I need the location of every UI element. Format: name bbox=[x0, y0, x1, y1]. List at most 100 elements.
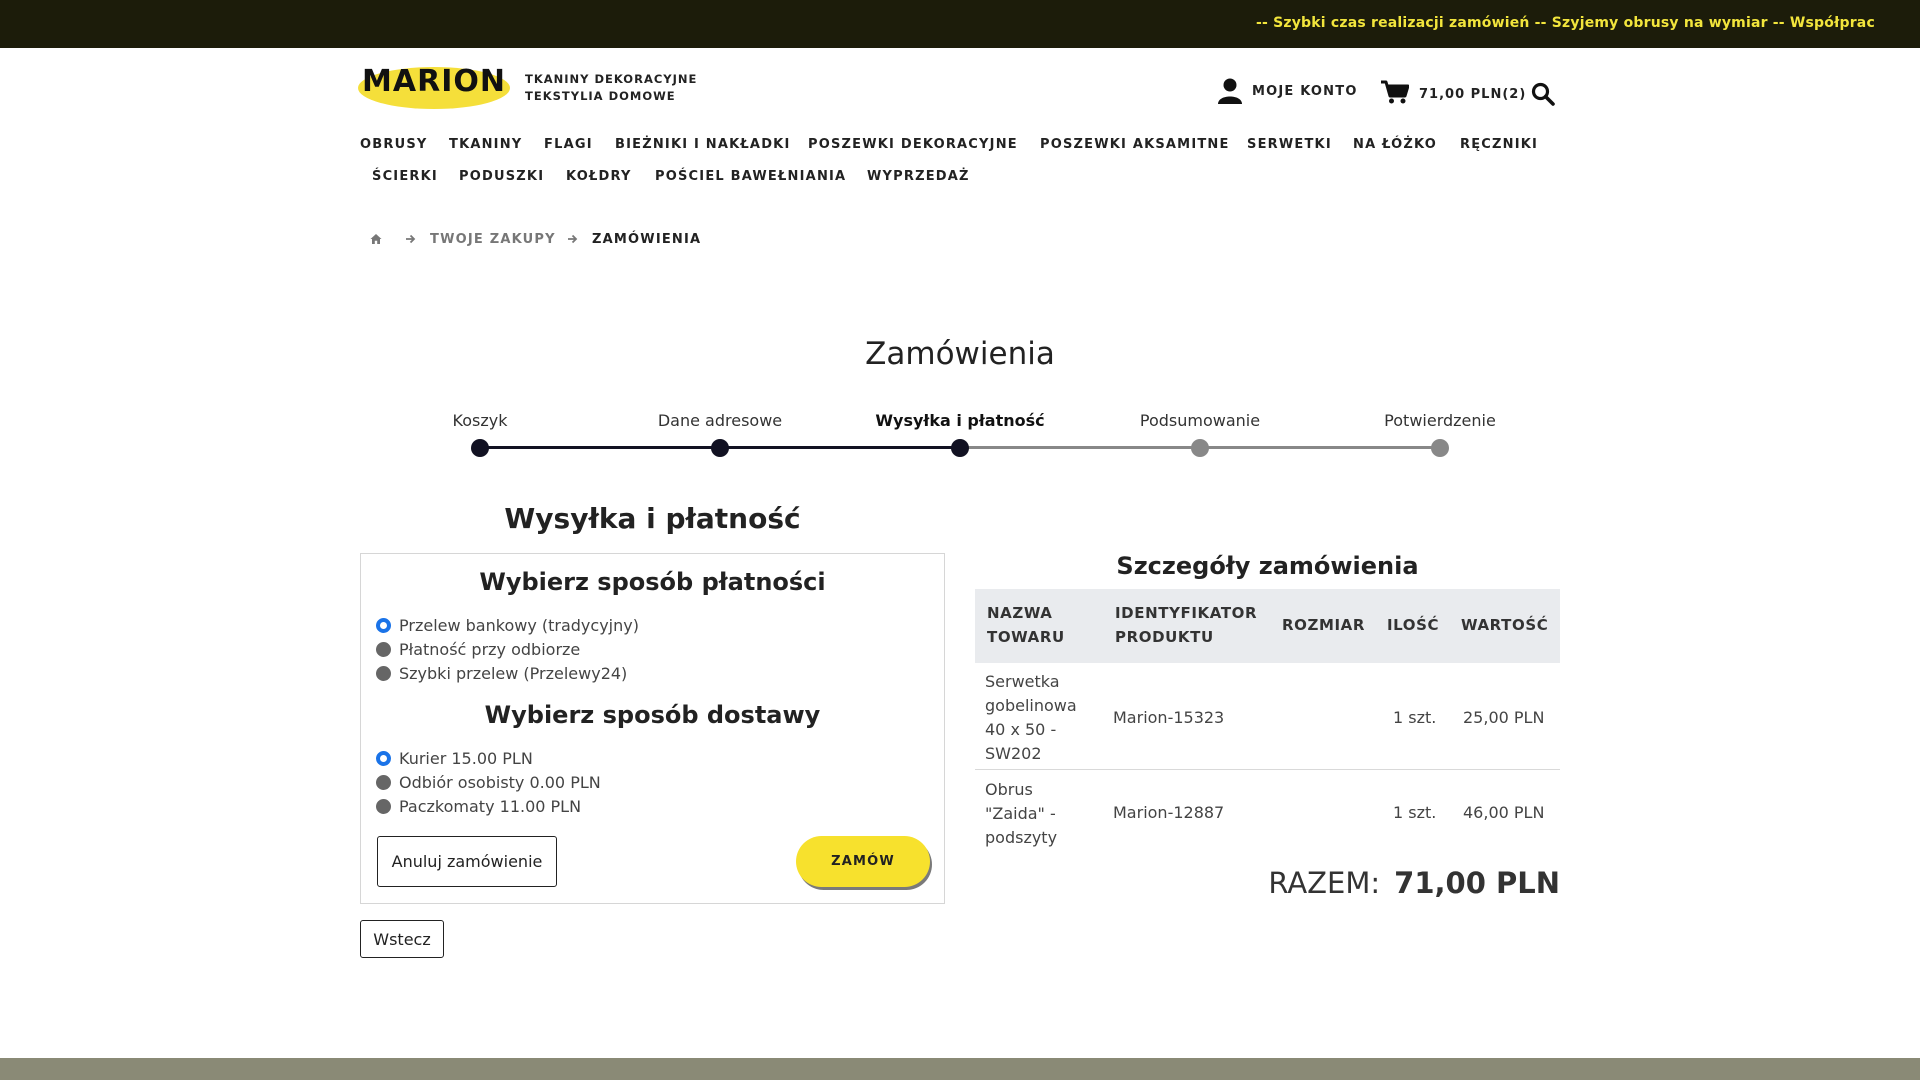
nav-item-flagi[interactable]: FLAGI bbox=[544, 137, 593, 152]
cell-product-name: Obrus "Zaida" - podszyty bbox=[985, 778, 1057, 850]
step-dot-wysylka bbox=[951, 439, 969, 457]
cart-total: 71,00 PLN(2) bbox=[1419, 87, 1527, 102]
col-header-product-id-line: PRODUKTU bbox=[1115, 628, 1214, 646]
account-label: MOJE KONTO bbox=[1252, 83, 1358, 99]
order-details-title: Szczegóły zamówienia bbox=[1116, 552, 1419, 580]
order-button[interactable]: ZAMÓW bbox=[796, 836, 930, 887]
cell-product-name-line: 40 x 50 - bbox=[985, 720, 1057, 739]
cell-product-id: Marion-15323 bbox=[1113, 708, 1225, 727]
col-header-name-line: TOWARU bbox=[987, 628, 1065, 646]
col-header-name-line: NAZWA bbox=[987, 604, 1053, 622]
nav-item-tkaniny[interactable]: TKANINY bbox=[449, 137, 522, 152]
radio[interactable] bbox=[376, 642, 391, 657]
account-link[interactable]: MOJE KONTO bbox=[1218, 78, 1358, 104]
tagline-line-1: TKANINY DEKORACYJNE bbox=[525, 72, 698, 86]
step-dot-podsumowanie bbox=[1191, 439, 1209, 457]
col-header-product-id-line: IDENTYFIKATOR bbox=[1115, 604, 1258, 622]
cell-product-name: Serwetka gobelinowa 40 x 50 - SW202 bbox=[985, 670, 1077, 766]
back-button[interactable]: Wstecz bbox=[360, 920, 444, 958]
nav-item-reczniki[interactable]: RĘCZNIKI bbox=[1460, 137, 1538, 152]
radio[interactable] bbox=[376, 666, 391, 681]
payment-option-label: Przelew bankowy (tradycyjny) bbox=[399, 616, 639, 635]
payment-option-przelew[interactable]: Przelew bankowy (tradycyjny) bbox=[376, 616, 639, 635]
radio-selected[interactable] bbox=[376, 751, 391, 766]
col-header-value: WARTOŚĆ bbox=[1461, 616, 1549, 634]
cell-product-id: Marion-12887 bbox=[1113, 803, 1225, 822]
step-label-wysylka: Wysyłka i płatność bbox=[875, 411, 1045, 430]
nav-item-wyprzedaz[interactable]: WYPRZEDAŻ bbox=[867, 169, 970, 184]
payment-title: Wybierz sposób płatności bbox=[479, 568, 826, 596]
col-header-size: ROZMIAR bbox=[1282, 616, 1366, 634]
step-dot-koszyk bbox=[471, 439, 489, 457]
nav-item-posciel[interactable]: POŚCIEL BAWEŁNIANIA bbox=[655, 169, 846, 184]
step-label-dane-adresowe: Dane adresowe bbox=[657, 411, 783, 430]
delivery-option-kurier[interactable]: Kurier 15.00 PLN bbox=[376, 749, 533, 768]
step-dot-potwierdzenie bbox=[1431, 439, 1449, 457]
radio[interactable] bbox=[376, 799, 391, 814]
total-label: RAZEM: bbox=[1268, 866, 1381, 900]
payment-option-label: Płatność przy odbiorze bbox=[399, 640, 581, 659]
delivery-option-label: Odbiór osobisty 0.00 PLN bbox=[399, 773, 601, 792]
cell-product-name-line: Obrus bbox=[985, 780, 1033, 799]
delivery-option-label: Paczkomaty 11.00 PLN bbox=[399, 797, 582, 816]
col-header-qty: ILOŚĆ bbox=[1387, 616, 1440, 634]
delivery-option-odbior[interactable]: Odbiór osobisty 0.00 PLN bbox=[376, 773, 601, 792]
step-label-potwierdzenie: Potwierdzenie bbox=[1384, 411, 1496, 430]
total-value: 71,00 PLN bbox=[1394, 866, 1560, 900]
radio-selected[interactable] bbox=[376, 618, 391, 633]
step-label-podsumowanie: Podsumowanie bbox=[1139, 411, 1261, 430]
breadcrumb-arrow-icon bbox=[405, 233, 416, 249]
cell-product-name-line: SW202 bbox=[985, 744, 1042, 763]
user-icon bbox=[1218, 78, 1242, 104]
shipping-section-title: Wysyłka i płatność bbox=[504, 502, 801, 535]
order-total: RAZEM: 71,00 PLN bbox=[1100, 866, 1560, 900]
cell-product-name-line: Serwetka bbox=[985, 672, 1060, 691]
payment-option-przelewy24[interactable]: Szybki przelew (Przelewy24) bbox=[376, 664, 627, 683]
page-title: Zamówienia bbox=[865, 336, 1055, 372]
payment-option-pobranie[interactable]: Płatność przy odbiorze bbox=[376, 640, 580, 659]
shipping-payment-panel: Wybierz sposób płatności Przelew bankowy… bbox=[360, 553, 945, 904]
breadcrumb-arrow-icon bbox=[567, 233, 578, 249]
site-logo[interactable]: MARION bbox=[358, 58, 510, 110]
cell-value: 46,00 PLN bbox=[1463, 803, 1545, 822]
cart-link[interactable]: 71,00 PLN(2) bbox=[1381, 80, 1526, 109]
breadcrumb-item-zamowienia: ZAMÓWIENIA bbox=[592, 232, 702, 247]
nav-item-poszewki-aksamitne[interactable]: POSZEWKI AKSAMITNE bbox=[1040, 137, 1230, 152]
delivery-option-paczkomaty[interactable]: Paczkomaty 11.00 PLN bbox=[376, 797, 581, 816]
cell-product-name-line: gobelinowa bbox=[985, 696, 1077, 715]
tagline-line-2: TEKSTYLIA DOMOWE bbox=[525, 89, 676, 103]
cell-value: 25,00 PLN bbox=[1463, 708, 1545, 727]
checkout-progress: Koszyk Dane adresowe Wysyłka i płatność … bbox=[420, 408, 1520, 458]
nav-item-obrusy[interactable]: OBRUSY bbox=[360, 137, 428, 152]
nav-item-serwetki[interactable]: SERWETKI bbox=[1247, 137, 1332, 152]
step-label-koszyk: Koszyk bbox=[452, 411, 508, 430]
nav-item-poszewki-dekoracyjne[interactable]: POSZEWKI DEKORACYJNE bbox=[808, 137, 1018, 152]
nav-item-scierki[interactable]: ŚCIERKI bbox=[372, 169, 438, 184]
radio[interactable] bbox=[376, 775, 391, 790]
cancel-order-button[interactable]: Anuluj zamówienie bbox=[377, 836, 557, 887]
nav-item-koldry[interactable]: KOŁDRY bbox=[566, 169, 632, 184]
breadcrumb-item-twoje-zakupy[interactable]: TWOJE ZAKUPY bbox=[430, 232, 556, 247]
payment-option-label: Szybki przelew (Przelewy24) bbox=[399, 664, 628, 683]
announcement-bar: -- Szybki czas realizacji zamówień -- Sz… bbox=[0, 0, 1920, 48]
delivery-title: Wybierz sposób dostawy bbox=[484, 701, 821, 729]
cart-icon bbox=[1381, 80, 1410, 109]
cell-qty: 1 szt. bbox=[1393, 803, 1437, 822]
cell-qty: 1 szt. bbox=[1393, 708, 1437, 727]
search-icon[interactable] bbox=[1531, 82, 1555, 111]
table-row: Serwetka gobelinowa 40 x 50 - SW202 Mari… bbox=[975, 663, 1560, 770]
home-icon[interactable] bbox=[370, 233, 382, 249]
nav-item-poduszki[interactable]: PODUSZKI bbox=[459, 169, 544, 184]
col-header-product-id: IDENTYFIKATOR PRODUKTU bbox=[1115, 601, 1257, 649]
site-tagline: TKANINY DEKORACYJNE TEKSTYLIA DOMOWE bbox=[525, 71, 697, 105]
nav-item-bierzniki[interactable]: BIEŻNIKI I NAKŁADKI bbox=[615, 137, 791, 152]
nav-item-na-lozko[interactable]: NA ŁÓŻKO bbox=[1353, 137, 1437, 152]
col-header-name: NAZWA TOWARU bbox=[987, 601, 1065, 649]
logo-text: MARION bbox=[362, 64, 506, 99]
table-row: Obrus "Zaida" - podszyty Marion-12887 1 … bbox=[975, 770, 1560, 860]
table-header: NAZWA TOWARU IDENTYFIKATOR PRODUKTU ROZM… bbox=[975, 589, 1560, 663]
footer bbox=[0, 1058, 1920, 1080]
step-dot-dane-adresowe bbox=[711, 439, 729, 457]
cell-product-name-line: podszyty bbox=[985, 828, 1058, 847]
announcement-text: -- Szybki czas realizacji zamówień -- Sz… bbox=[1256, 15, 1875, 31]
